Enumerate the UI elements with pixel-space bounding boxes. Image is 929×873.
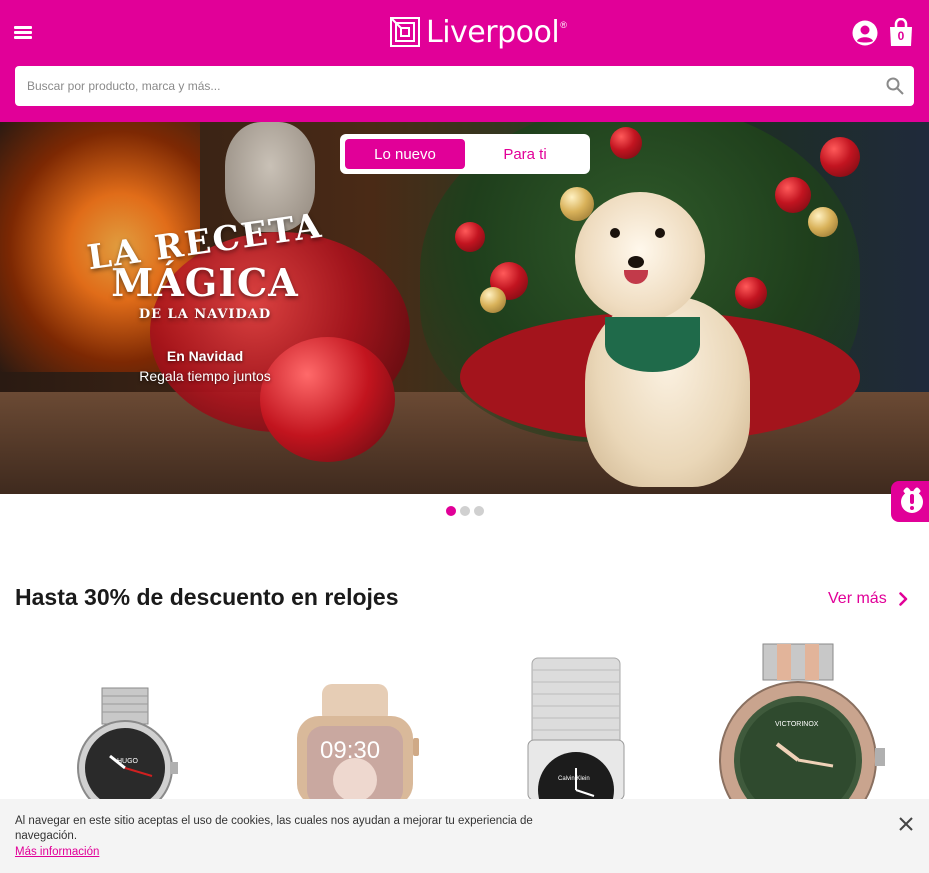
smartwatch-image: 09:30 <box>297 684 419 806</box>
chat-icon-mark <box>910 494 914 504</box>
search-input[interactable] <box>15 66 875 106</box>
ornament-image <box>610 127 642 159</box>
hero-subtitle-bold: En Navidad <box>166 348 244 364</box>
hero-title: LA RECETA MÁGICA DE LA NAVIDAD <box>70 206 340 322</box>
search-icon[interactable] <box>886 77 904 95</box>
cookie-banner: Al navegar en este sitio aceptas el uso … <box>0 799 929 873</box>
carousel-dot-1[interactable] <box>446 506 456 516</box>
hero-subtitle: En Navidad Regala tiempo juntos <box>120 348 290 384</box>
carousel-dot-3[interactable] <box>474 506 484 516</box>
calvin-klein-watch-image: Calvin Klein <box>527 657 625 828</box>
dog-bandana <box>605 317 700 372</box>
liverpool-logo-icon <box>390 17 420 47</box>
svg-text:HUGO: HUGO <box>117 758 139 765</box>
carousel-dots <box>446 506 484 516</box>
chat-button[interactable] <box>891 481 929 522</box>
content-toggle: Lo nuevo Para ti <box>340 134 590 174</box>
product-card-hugo-watch[interactable]: HUGO <box>30 640 230 816</box>
see-more-link[interactable]: Ver más <box>828 590 908 608</box>
chevron-right-icon <box>898 592 907 606</box>
svg-text:09:30: 09:30 <box>320 737 380 764</box>
hugo-watch-image: HUGO <box>77 687 178 816</box>
dog-nose <box>628 256 644 268</box>
brand-registered-mark: ® <box>560 20 567 30</box>
carousel-dot-2[interactable] <box>460 506 470 516</box>
victorinox-watch-image: VICTORINOX <box>719 643 885 839</box>
product-card-victorinox-watch[interactable]: VICTORINOX <box>705 640 905 839</box>
product-card-smartwatch[interactable]: 09:30 <box>255 640 455 806</box>
dog-eye <box>610 228 620 238</box>
bag-count-badge: 0 <box>897 29 905 43</box>
hero-banner[interactable]: LA RECETA MÁGICA DE LA NAVIDAD En Navida… <box>0 122 929 494</box>
ornament-image <box>480 287 506 313</box>
toggle-lo-nuevo[interactable]: Lo nuevo <box>345 139 465 169</box>
toggle-para-ti[interactable]: Para ti <box>465 139 585 169</box>
see-more-label: Ver más <box>828 590 887 607</box>
shopping-bag[interactable]: 0 <box>888 17 914 48</box>
hero-title-line3: DE LA NAVIDAD <box>138 307 272 322</box>
ornament-image <box>820 137 860 177</box>
product-card-calvin-klein-watch[interactable]: Calvin Klein <box>480 640 680 828</box>
header: Liverpool ® 0 <box>0 0 929 122</box>
svg-text:VICTORINOX: VICTORINOX <box>775 721 819 728</box>
ornament-image <box>735 277 767 309</box>
ornament-image <box>808 207 838 237</box>
brand-name: Liverpool <box>426 14 560 50</box>
search-bar <box>15 66 914 106</box>
close-icon[interactable] <box>898 816 914 832</box>
account-icon[interactable] <box>852 20 878 46</box>
chat-icon-dot <box>910 506 914 510</box>
product-carousel: HUGO 09:30 Calvin Klein VICTORINOX <box>0 640 929 839</box>
ornament-image <box>775 177 811 213</box>
hero-subtitle-text: Regala tiempo juntos <box>139 368 271 384</box>
liverpool-logo[interactable]: Liverpool ® <box>390 14 567 50</box>
chat-icon <box>901 491 923 513</box>
svg-text:Calvin Klein: Calvin Klein <box>558 776 590 782</box>
ornament-image <box>455 222 485 252</box>
cookie-text: Al navegar en este sitio aceptas el uso … <box>15 815 533 842</box>
dog-eye <box>655 228 665 238</box>
menu-icon[interactable] <box>14 24 32 40</box>
cookie-more-info-link[interactable]: Más información <box>15 846 99 858</box>
section-title: Hasta 30% de descuento en relojes <box>15 584 399 610</box>
